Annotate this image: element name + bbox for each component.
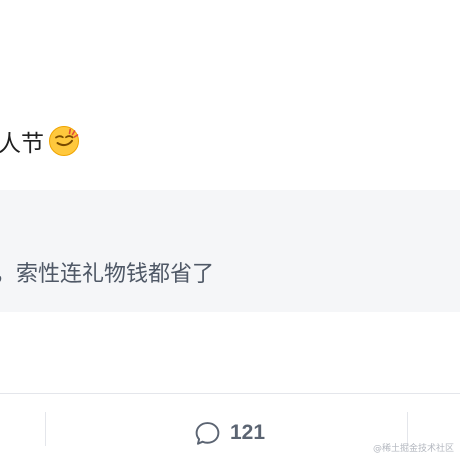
quoted-text: ，索性连礼物钱都省了 — [0, 262, 215, 287]
comment-button[interactable]: 121 — [194, 418, 265, 448]
comment-bubble-icon — [194, 420, 221, 447]
left-divider — [45, 412, 46, 446]
smirking-face-emoji-icon — [48, 125, 80, 157]
comment-count: 121 — [230, 421, 266, 444]
site-watermark: @稀土掘金技术社区 — [372, 444, 454, 454]
post-text-line: 人节 — [0, 121, 80, 161]
post-text: 人节 — [0, 131, 44, 157]
quoted-content-block[interactable] — [0, 190, 460, 312]
